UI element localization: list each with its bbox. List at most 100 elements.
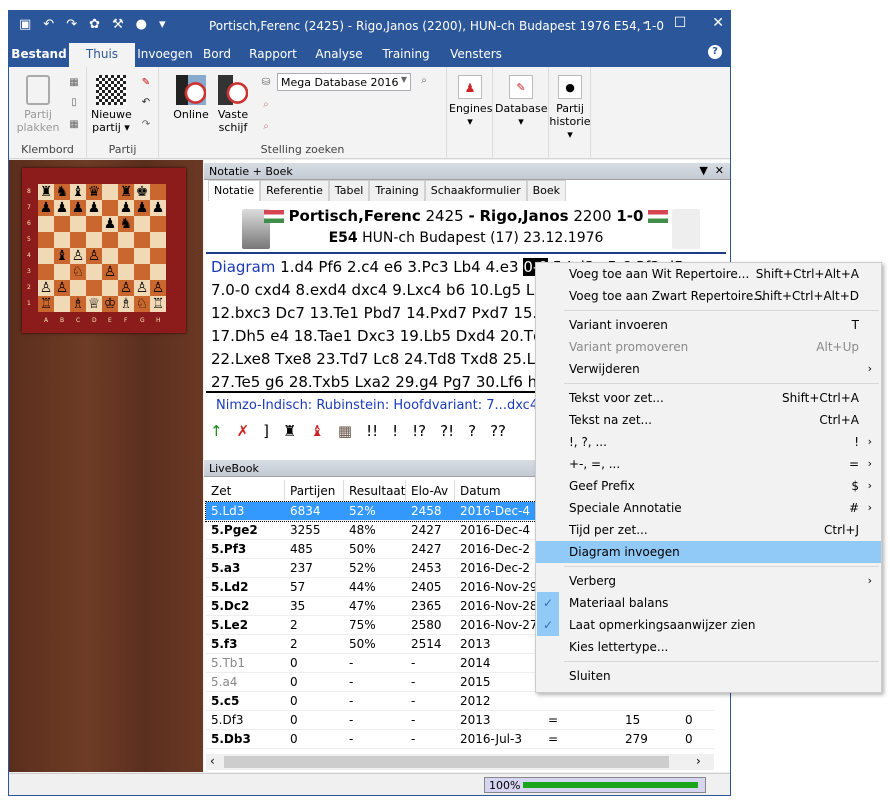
chess-piece[interactable]: ♘ (70, 264, 86, 280)
chess-piece[interactable]: ♛ (86, 184, 102, 200)
board-square[interactable] (86, 216, 102, 232)
close-button[interactable]: ✕ (712, 15, 724, 31)
chess-piece[interactable]: ♖ (38, 296, 54, 312)
redo-icon[interactable]: ↷ (66, 17, 77, 32)
tab-boek[interactable]: Boek (526, 180, 567, 201)
panel-close-icon[interactable]: ✕ (715, 164, 724, 177)
menu-item[interactable]: Geef Prefix $ › (536, 475, 881, 497)
board-square[interactable] (86, 280, 102, 296)
menu-item[interactable]: Sluiten (536, 665, 881, 687)
table-row[interactable]: 5.Db3 0 - - 2016-Jul-3 = 279 0 (206, 730, 714, 749)
chess-piece[interactable]: ♟ (38, 200, 54, 216)
chess-piece[interactable]: ♟ (102, 216, 118, 232)
chess-piece[interactable]: ♟ (86, 200, 102, 216)
board-square[interactable] (70, 280, 86, 296)
white-player[interactable]: Portisch,Ferenc (289, 207, 421, 225)
board-square[interactable] (54, 232, 70, 248)
chess-piece[interactable]: ♙ (38, 280, 54, 296)
chess-piece[interactable]: ♕ (86, 296, 102, 312)
chess-piece[interactable]: ♙ (118, 280, 134, 296)
chess-piece[interactable]: ♔ (102, 296, 118, 312)
move-text[interactable]: 12.bxc3 Dc7 13.Te1 Pbd7 14.Pxd7 Pxd7 15.… (211, 304, 550, 322)
move-text[interactable]: 27.Te5 g6 28.Txb5 Lxa2 29.g4 Pg7 30.Lf6 … (211, 373, 537, 391)
annotation-button[interactable]: ! (392, 422, 398, 440)
annotation-button[interactable]: ] (263, 422, 269, 440)
annotation-button[interactable]: ? (468, 422, 476, 440)
menu-item[interactable]: Voeg toe aan Zwart Repertoire... Shift+Ct… (536, 285, 881, 307)
chess-piece[interactable]: ♝ (54, 248, 70, 264)
board-square[interactable] (38, 232, 54, 248)
maximize-button[interactable]: ☐ (674, 15, 687, 31)
board-square[interactable] (150, 264, 166, 280)
undo-icon[interactable]: ↶ (43, 17, 54, 32)
tab-bord[interactable]: Bord (195, 43, 239, 67)
move-text[interactable]: 22.Lxe8 Txe8 23.Td7 Lc8 24.Td8 Txd8 25.L… (211, 350, 552, 368)
annotation-button[interactable]: ?! (440, 422, 454, 440)
chess-piece[interactable]: ♟ (54, 200, 70, 216)
board-square[interactable] (54, 216, 70, 232)
menu-item[interactable]: !, ?, ...! › (536, 431, 881, 453)
annotation-button[interactable]: ✗ (237, 422, 250, 440)
database-button[interactable]: ✎ Database ▾ (495, 75, 548, 128)
chess-piece[interactable]: ♘ (134, 296, 150, 312)
annotation-button[interactable]: ♜ (283, 422, 296, 440)
column-header[interactable]: Datum (455, 480, 543, 501)
annotation-button[interactable]: ♝ (310, 422, 323, 440)
board-square[interactable] (102, 248, 118, 264)
db-search-icon[interactable]: ⛁ (259, 77, 273, 91)
tab-vensters[interactable]: Vensters (441, 43, 511, 67)
board-square[interactable] (134, 232, 150, 248)
column-header[interactable]: Partijen (285, 480, 344, 501)
diagram-link[interactable]: Diagram (211, 258, 275, 276)
move-text[interactable]: 1.d4 Pf6 2.c4 e6 3.Pc3 Lb4 4.e3 (275, 258, 523, 276)
chess-piece[interactable]: ♟ (134, 200, 150, 216)
menu-item[interactable]: +-, =, ... = › (536, 453, 881, 475)
chessboard[interactable]: ♜ ♞ ♝ ♛ ♜ ♚ ♟ ♟ ♟ ♟ ♟ ♟ ♟ ♟ ♞ ♝ ♙ ♙ ♘ ♙ ♙ ♙ ♙ ♙ ♙ ♖ ♗ ♕ ♔ ♗ ♘ ♖ (38, 184, 166, 312)
tab-thuis[interactable]: Thuis (69, 43, 135, 67)
annotation-button[interactable]: ↑ (210, 422, 223, 440)
move-text[interactable]: 17.Dh5 e4 18.Tae1 Dxc3 19.Lb5 Dxd4 20.Td (211, 327, 543, 345)
chess-piece[interactable]: ♙ (86, 248, 102, 264)
tab-referentie[interactable]: Referentie (260, 180, 329, 201)
column-header[interactable]: Elo-Av (406, 480, 455, 501)
idea-icon[interactable]: ● (136, 17, 147, 32)
customize-icon[interactable]: ▾ (159, 17, 166, 32)
redo-icon[interactable]: ↷ (139, 119, 153, 133)
engines-button[interactable]: ♟ Engines ▾ (449, 75, 492, 128)
undo-icon[interactable]: ↶ (139, 97, 153, 111)
menu-item[interactable]: Verwijderen › (536, 358, 881, 380)
chess-piece[interactable]: ♗ (70, 296, 86, 312)
board-square[interactable] (134, 216, 150, 232)
table-row[interactable]: 5.c5 0 - - 2012 (206, 692, 714, 711)
chess-piece[interactable]: ♞ (118, 216, 134, 232)
tab-bestand[interactable]: Bestand (9, 43, 69, 67)
board-square[interactable] (38, 216, 54, 232)
scrollbar-thumb[interactable] (224, 756, 669, 768)
menu-item[interactable]: ✓ Materiaal balans (536, 592, 881, 614)
board-square[interactable] (86, 232, 102, 248)
chess-piece[interactable]: ♟ (118, 200, 134, 216)
disk-search-button[interactable]: Vaste schijf (215, 75, 251, 134)
chess-piece[interactable]: ♙ (54, 280, 70, 296)
board-square[interactable] (134, 248, 150, 264)
menu-item[interactable]: Speciale Annotatie # › (536, 497, 881, 519)
tab-training[interactable]: Training (369, 180, 425, 201)
board-square[interactable] (118, 248, 134, 264)
new-game-button[interactable]: Nieuwe partij ▾ (91, 75, 132, 134)
board-square[interactable] (86, 264, 102, 280)
column-header[interactable]: Resultaat (344, 480, 406, 501)
menu-item[interactable]: Variant invoeren T (536, 314, 881, 336)
annotation-button[interactable]: ?? (490, 422, 506, 440)
minimize-button[interactable]: - (643, 15, 648, 31)
scroll-right-icon[interactable]: › (696, 754, 701, 768)
panel-menu-icon[interactable]: ▼ (699, 164, 707, 177)
menu-item[interactable]: Kies lettertype... (536, 636, 881, 658)
chess-piece[interactable]: ♖ (150, 296, 166, 312)
menu-item[interactable]: Verberg › (536, 570, 881, 592)
menu-item[interactable]: ✓ Laat opmerkingsaanwijzer zien (536, 614, 881, 636)
tab-schaakformulier[interactable]: Schaakformulier (424, 180, 527, 201)
save-icon[interactable]: ▣ (19, 17, 31, 32)
menu-item[interactable]: Tekst voor zet... Shift+Ctrl+A (536, 387, 881, 409)
chess-piece[interactable]: ♙ (134, 280, 150, 296)
menu-item[interactable]: Voeg toe aan Wit Repertoire... Shift+Ctrl… (536, 263, 881, 285)
